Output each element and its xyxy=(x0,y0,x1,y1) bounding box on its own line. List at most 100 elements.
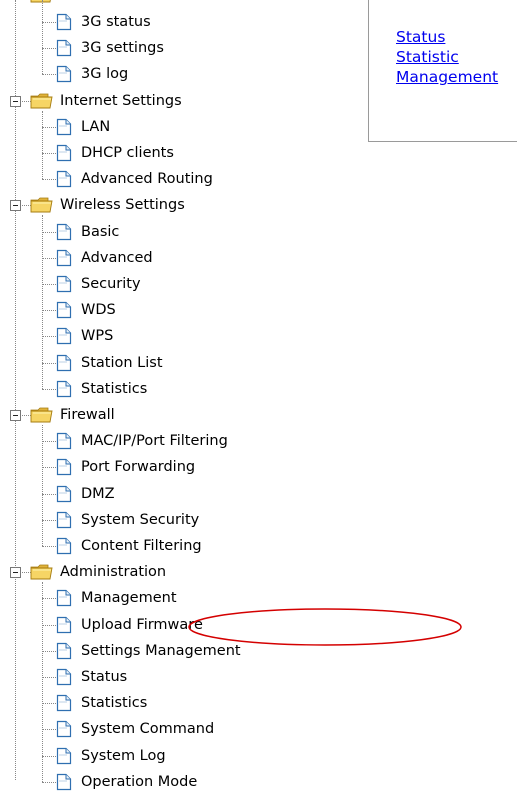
folder-open-icon xyxy=(30,196,54,214)
link-statistic[interactable]: Statistic xyxy=(396,48,459,66)
tree-connector xyxy=(42,310,56,312)
collapse-toggle-icon[interactable] xyxy=(10,200,21,212)
tree-item-label: Advanced Routing xyxy=(81,171,213,188)
tree-item[interactable]: Security xyxy=(56,271,141,297)
page-icon xyxy=(56,458,72,476)
tree-item[interactable]: Station List xyxy=(56,350,163,376)
tree-item-label: Content Filtering xyxy=(81,538,202,554)
tree-item[interactable]: DHCP clients xyxy=(56,140,174,166)
page-icon xyxy=(56,773,72,791)
page-icon xyxy=(56,589,72,607)
tree-connector xyxy=(42,703,56,705)
page-icon xyxy=(56,485,72,503)
tree-connector xyxy=(42,336,56,338)
tree-connector xyxy=(42,650,56,652)
tree-connector xyxy=(42,755,56,757)
tree-item-label: Statistics xyxy=(81,380,148,397)
tree-connector xyxy=(42,781,56,783)
tree-item-label: DMZ xyxy=(81,485,115,502)
tree-item-label: System Security xyxy=(81,511,200,528)
tree-item[interactable]: DMZ xyxy=(56,481,115,507)
tree-group-wireless-settings[interactable]: Wireless Settings xyxy=(60,192,185,218)
tree-item[interactable]: Basic xyxy=(56,219,119,245)
tree-group-administration[interactable]: Administration xyxy=(60,559,166,585)
tree-connector xyxy=(42,598,56,600)
tree-item[interactable]: Statistics xyxy=(56,376,147,402)
tree-connector xyxy=(42,126,56,128)
link-status[interactable]: Status xyxy=(396,28,445,46)
tree-item-label: Station List xyxy=(81,354,163,371)
tree-connector xyxy=(42,388,56,390)
tree-item[interactable]: WDS xyxy=(56,297,116,323)
tree-item[interactable]: LAN xyxy=(56,114,110,140)
tree-connector xyxy=(42,257,56,259)
tree-connector xyxy=(42,729,56,731)
tree-item[interactable]: Upload Firmware xyxy=(56,612,203,638)
page-icon xyxy=(56,144,72,162)
tree-item-label: 3G status xyxy=(81,14,151,30)
tree-root-line xyxy=(15,0,16,780)
tree-item[interactable]: Management xyxy=(56,585,177,611)
tree-item[interactable]: System Command xyxy=(56,716,214,742)
page-icon xyxy=(56,354,72,372)
tree-item-label: System Log xyxy=(81,747,166,764)
tree-item-label: Settings Management xyxy=(81,642,241,659)
link-management[interactable]: Management xyxy=(396,68,498,86)
tree-connector xyxy=(42,624,56,626)
tree-item-label: Operation Mode xyxy=(81,773,198,790)
tree-item-label: Status xyxy=(81,669,128,685)
page-icon xyxy=(56,170,72,188)
page-icon xyxy=(56,301,72,319)
tree-item[interactable]: Port Forwarding xyxy=(56,454,195,480)
tree-connector xyxy=(42,48,56,50)
tree-item[interactable]: WPS xyxy=(56,323,113,349)
page-icon xyxy=(56,13,72,31)
page-icon xyxy=(56,511,72,529)
tree-item[interactable]: System Log xyxy=(56,743,166,769)
page-icon xyxy=(56,537,72,555)
tree-item[interactable]: MAC/IP/Port Filtering xyxy=(56,428,228,454)
tree-item-label: Advanced xyxy=(81,249,153,266)
tree-item-label: System Command xyxy=(81,721,215,738)
tree-item[interactable]: Advanced Routing xyxy=(56,166,213,192)
tree-connector xyxy=(42,677,56,678)
collapse-toggle-icon[interactable] xyxy=(10,95,21,107)
tree-connector xyxy=(42,362,56,364)
tree-item-label: MAC/IP/Port Filtering xyxy=(81,433,228,450)
page-icon xyxy=(56,65,72,83)
tree-item-label: Statistics xyxy=(81,695,148,712)
tree-connector xyxy=(42,22,56,23)
folder-open-icon xyxy=(30,563,54,581)
page-icon xyxy=(56,616,72,634)
tree-item[interactable]: Status xyxy=(56,664,127,690)
tree-group-label: Administration xyxy=(60,564,167,581)
tree-item[interactable]: Settings Management xyxy=(56,638,241,664)
tree-group-internet-settings[interactable]: Internet Settings xyxy=(60,88,182,114)
tree-connector xyxy=(42,519,56,521)
tree-connector xyxy=(42,153,56,154)
folder-open-icon xyxy=(30,92,54,110)
tree-item[interactable]: Advanced xyxy=(56,245,153,271)
tree-item[interactable]: Content Filtering xyxy=(56,533,202,559)
tree-group-firewall[interactable]: Firewall xyxy=(60,402,115,428)
tree-item-label: LAN xyxy=(81,118,111,135)
tree-connector xyxy=(42,179,56,181)
tree-item[interactable]: Statistics xyxy=(56,690,147,716)
page-icon xyxy=(56,694,72,712)
tree-item[interactable]: Operation Mode xyxy=(56,769,197,795)
tree-branch-line xyxy=(42,425,43,546)
tree-connector xyxy=(42,231,56,233)
tree-item[interactable]: System Security xyxy=(56,507,199,533)
tree-connector xyxy=(42,467,56,469)
tree-item[interactable]: 3G log xyxy=(56,61,128,87)
tree-item[interactable]: 3G settings xyxy=(56,35,164,61)
collapse-toggle-icon[interactable] xyxy=(10,567,21,579)
tree-connector xyxy=(42,284,56,285)
tree-item[interactable]: 3G status xyxy=(56,9,151,35)
page-icon xyxy=(56,720,72,738)
collapse-toggle-icon[interactable] xyxy=(10,410,21,421)
tree-item-label: Port Forwarding xyxy=(81,459,196,476)
tree-item-label: DHCP clients xyxy=(81,145,174,161)
tree-connector xyxy=(42,441,56,443)
tree-item-label: 3G log xyxy=(81,66,129,83)
